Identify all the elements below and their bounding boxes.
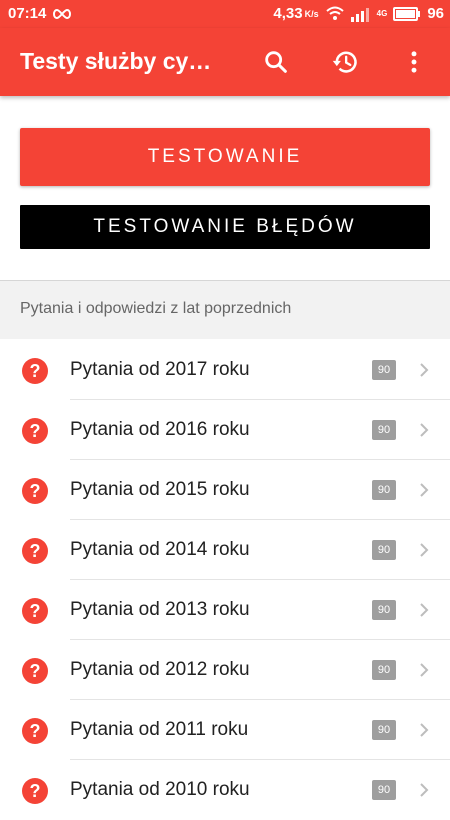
status-left: 07:14: [8, 5, 72, 22]
search-icon: [265, 51, 287, 73]
chevron-right-icon: [420, 483, 429, 497]
chevron-right-icon: [420, 543, 429, 557]
history-button[interactable]: [331, 48, 359, 76]
svg-text:?: ?: [30, 721, 41, 741]
count-badge: 90: [372, 660, 396, 680]
section-header-text: Pytania i odpowiedzi z lat poprzednich: [20, 300, 292, 317]
question-list: ? Pytania od 2017 roku 90 ? Pytania od 2…: [0, 340, 450, 820]
wifi-icon: [325, 6, 344, 20]
svg-text:?: ?: [30, 661, 41, 681]
app-title: Testy służby cy…: [20, 48, 212, 74]
list-item-label: Pytania od 2015 roku: [70, 479, 250, 500]
question-icon: ?: [22, 358, 48, 384]
status-right: 4,33 K/s 4G 96: [273, 5, 444, 22]
list-item[interactable]: ? Pytania od 2012 roku 90: [0, 640, 450, 700]
battery-icon: [393, 6, 421, 21]
search-button[interactable]: [262, 48, 290, 76]
count-badge: 90: [372, 420, 396, 440]
list-item-label: Pytania od 2013 roku: [70, 599, 250, 620]
svg-text:?: ?: [30, 601, 41, 621]
list-item-label: Pytania od 2014 roku: [70, 539, 250, 560]
network-type: 4G: [376, 9, 388, 18]
question-icon: ?: [22, 778, 48, 804]
status-time: 07:14: [8, 5, 47, 22]
count-badge: 90: [372, 720, 396, 740]
battery-level: 96: [427, 5, 444, 22]
more-vert-icon: [411, 51, 417, 73]
question-icon: ?: [22, 718, 48, 744]
list-item[interactable]: ? Pytania od 2016 roku 90: [0, 400, 450, 460]
chevron-right-icon: [420, 783, 429, 797]
count-badge: 90: [372, 480, 396, 500]
count-badge: 90: [372, 360, 396, 380]
question-icon: ?: [22, 538, 48, 564]
svg-text:?: ?: [30, 541, 41, 561]
list-item[interactable]: ? Pytania od 2014 roku 90: [0, 520, 450, 580]
question-icon: ?: [22, 598, 48, 624]
question-icon: ?: [22, 478, 48, 504]
history-icon: [332, 51, 357, 73]
list-item[interactable]: ? Pytania od 2010 roku 90: [0, 760, 450, 820]
chevron-right-icon: [420, 723, 429, 737]
question-icon: ?: [22, 658, 48, 684]
list-item[interactable]: ? Pytania od 2017 roku 90: [0, 340, 450, 400]
infinity-icon: [53, 8, 72, 19]
status-bar: 07:14 4,33 K/s 4G 96: [0, 0, 450, 28]
app-bar: Testy służby cy…: [0, 28, 450, 96]
chevron-right-icon: [420, 603, 429, 617]
chevron-right-icon: [420, 363, 429, 377]
count-badge: 90: [372, 600, 396, 620]
testing-button[interactable]: TESTOWANIE: [20, 128, 430, 186]
more-button[interactable]: [400, 48, 428, 76]
question-icon: ?: [22, 418, 48, 444]
svg-text:?: ?: [30, 781, 41, 801]
list-item-label: Pytania od 2010 roku: [70, 779, 250, 800]
signal-icon: [350, 7, 369, 22]
error-testing-button[interactable]: TESTOWANIE BŁĘDÓW: [20, 205, 430, 249]
list-item[interactable]: ? Pytania od 2013 roku 90: [0, 580, 450, 640]
chevron-right-icon: [420, 663, 429, 677]
status-speed: 4,33: [273, 5, 303, 22]
section-header: Pytania i odpowiedzi z lat poprzednich: [0, 281, 450, 339]
list-item[interactable]: ? Pytania od 2011 roku 90: [0, 700, 450, 760]
list-item-label: Pytania od 2012 roku: [70, 659, 250, 680]
count-badge: 90: [372, 780, 396, 800]
svg-text:?: ?: [30, 421, 41, 441]
list-item-label: Pytania od 2011 roku: [70, 719, 249, 740]
status-speed-unit: K/s: [304, 8, 319, 19]
list-item[interactable]: ? Pytania od 2015 roku 90: [0, 460, 450, 520]
chevron-right-icon: [420, 423, 429, 437]
list-item-label: Pytania od 2016 roku: [70, 419, 250, 440]
svg-text:?: ?: [30, 481, 41, 501]
count-badge: 90: [372, 540, 396, 560]
list-item-label: Pytania od 2017 roku: [70, 359, 250, 380]
svg-text:?: ?: [30, 361, 41, 381]
